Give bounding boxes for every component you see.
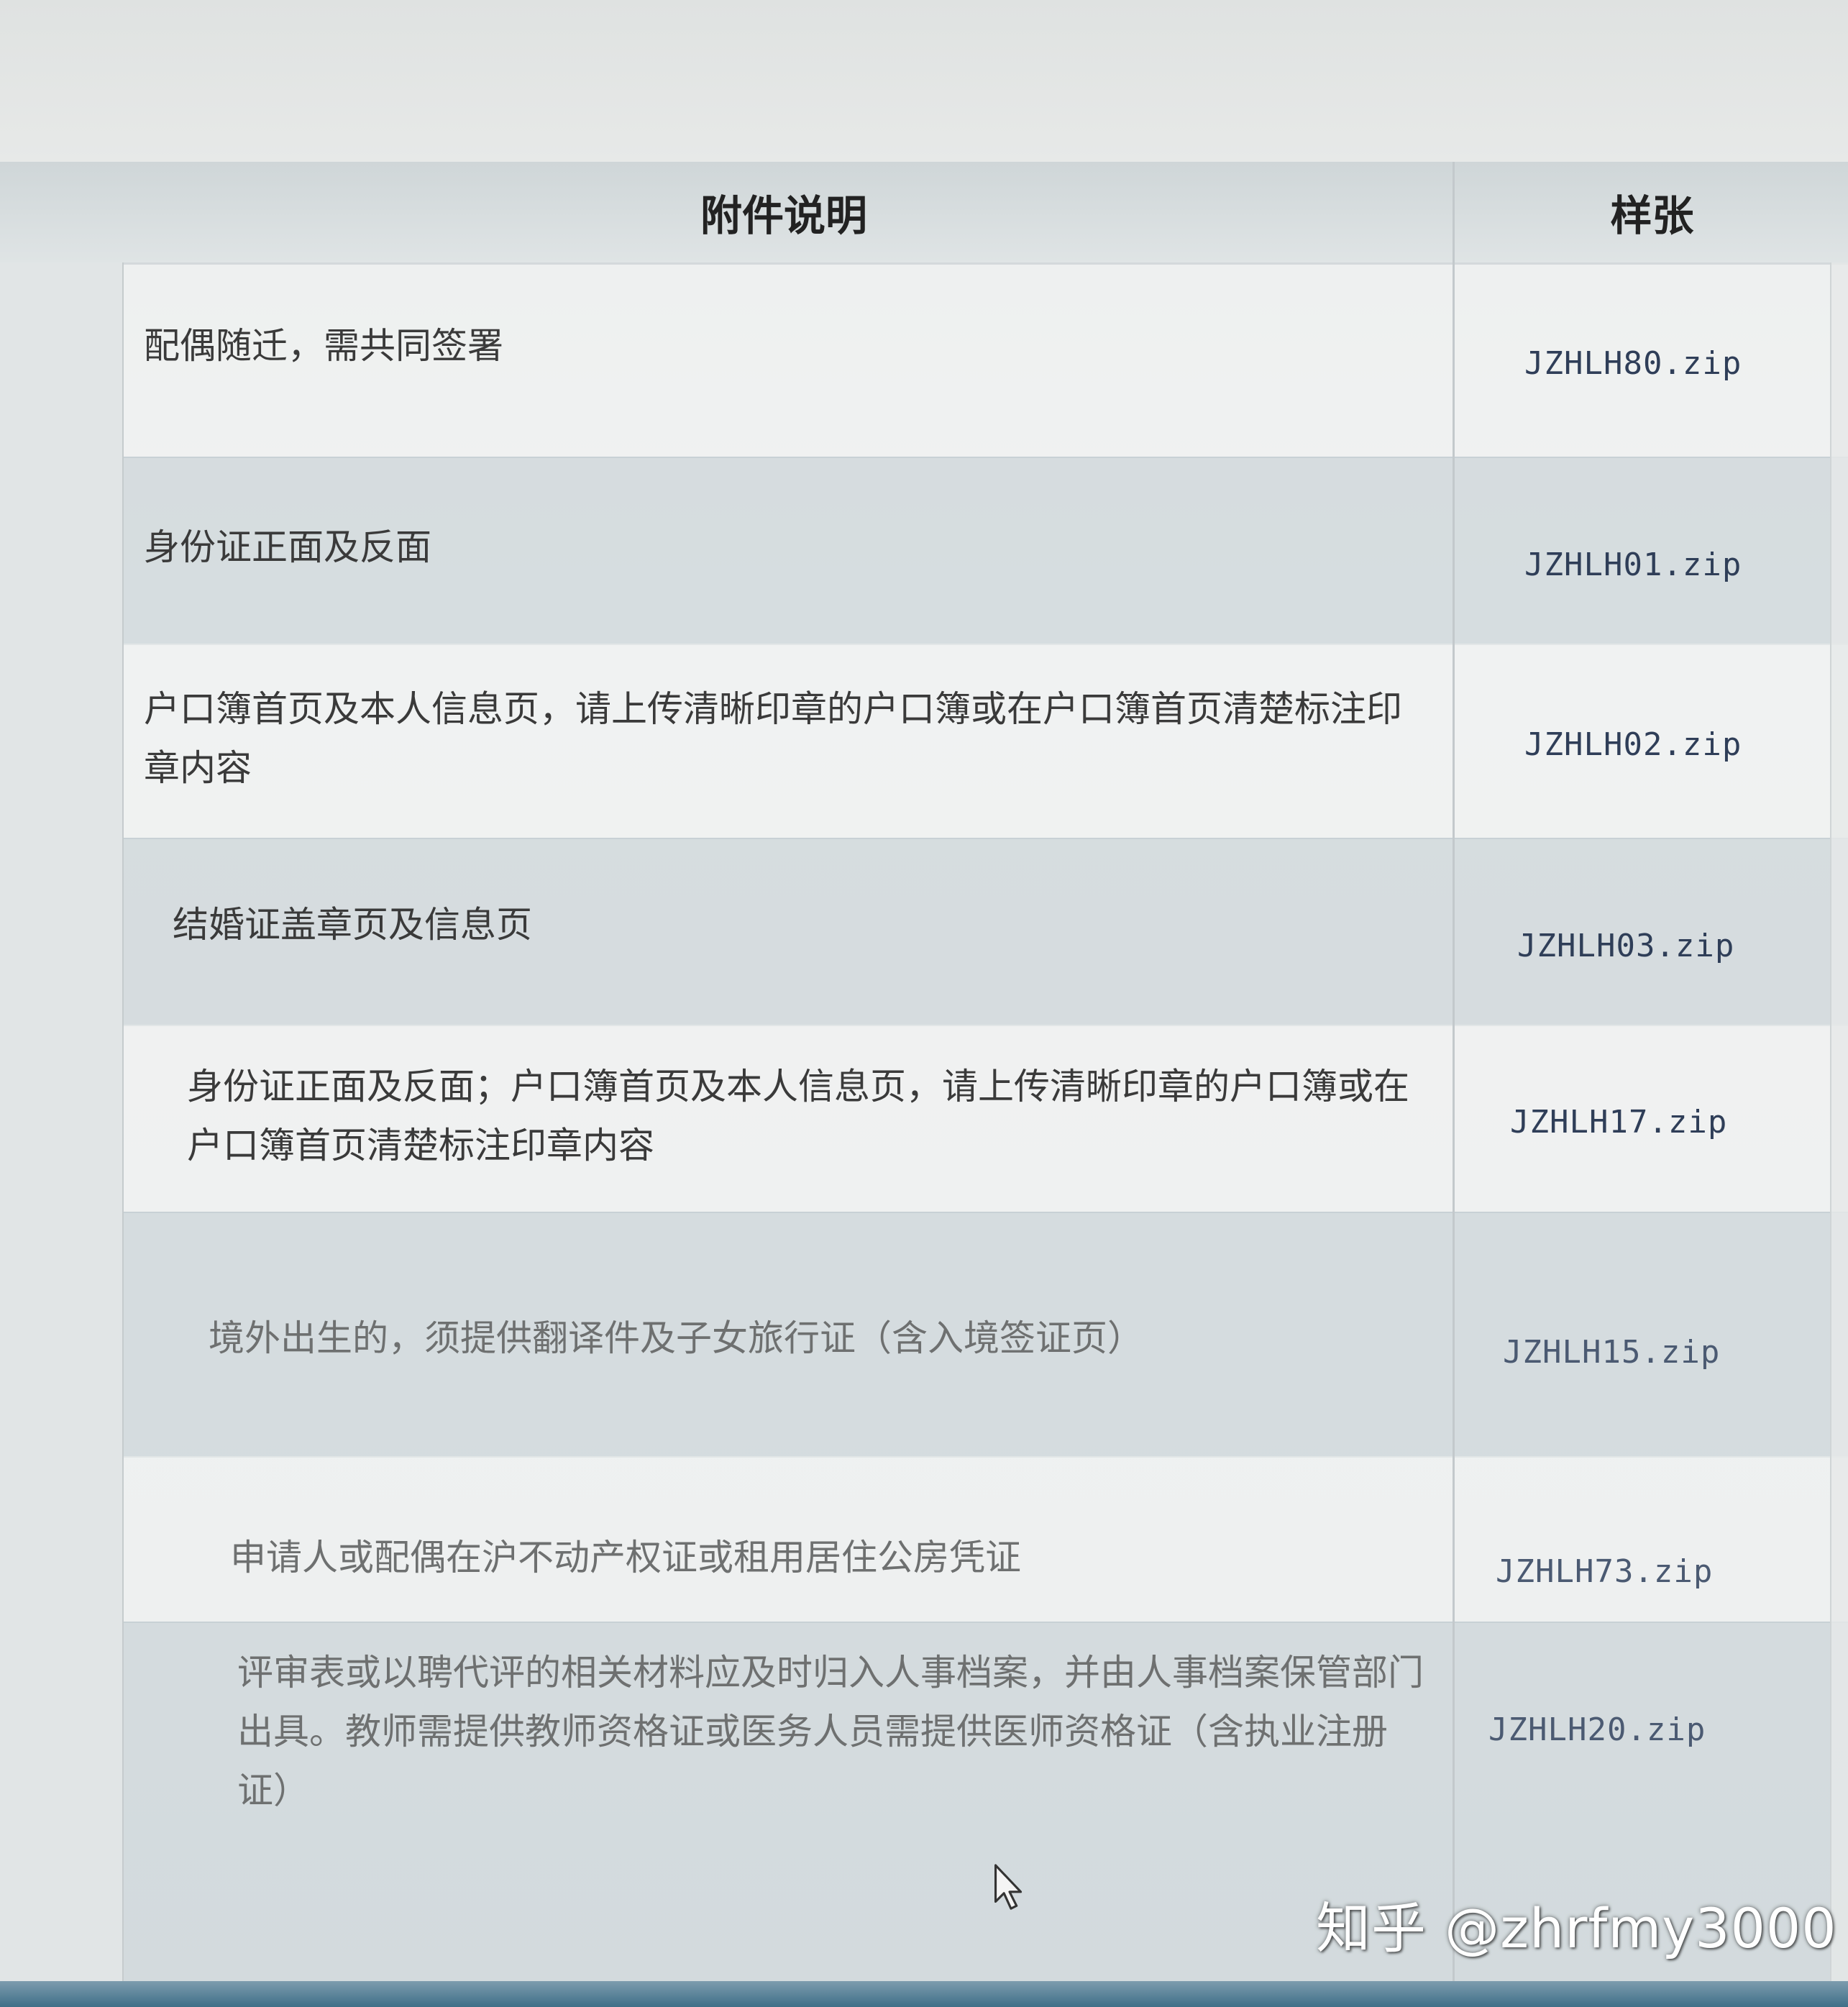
table-row: 身份证正面及反面 JZHLH01.zip: [0, 457, 1848, 645]
row-description: 配偶随迁，需共同签署: [144, 325, 503, 367]
watermark: 知乎 @zhrfmy3000: [1316, 1896, 1837, 1960]
row-description: 申请人或配偶在沪不动产权证或租用居住公房凭证: [230, 1537, 1021, 1578]
sample-link[interactable]: JZHLH03.zip: [1517, 928, 1834, 964]
screen: 附件说明 样张 配偶随迁，需共同签署 JZHLH80.zip 身份证正面及反面 …: [0, 0, 1848, 2007]
sample-link[interactable]: JZHLH80.zip: [1524, 345, 1841, 382]
top-band: [0, 0, 1848, 163]
table-row: 配偶随迁，需共同签署 JZHLH80.zip: [0, 262, 1848, 458]
table-row: 境外出生的，须提供翻译件及子女旅行证（含入境签证页） JZHLH15.zip: [0, 1212, 1848, 1458]
column-divider: [1453, 162, 1455, 1981]
row-description: 身份证正面及反面: [144, 526, 431, 568]
sample-link[interactable]: JZHLH01.zip: [1524, 547, 1841, 583]
table-row: 户口簿首页及本人信息页，请上传清晰印章的户口簿或在户口簿首页清楚标注印章内容 J…: [0, 644, 1848, 839]
row-description: 身份证正面及反面；户口簿首页及本人信息页，请上传清晰印章的户口簿或在户口簿首页清…: [187, 1066, 1409, 1166]
sample-link[interactable]: JZHLH02.zip: [1524, 726, 1841, 763]
header-description: 附件说明: [700, 191, 867, 240]
sample-link[interactable]: JZHLH20.zip: [1488, 1711, 1805, 1748]
bottom-bar: [0, 1981, 1848, 2007]
row-description: 结婚证盖章页及信息页: [173, 904, 532, 946]
table-header: 附件说明 样张: [0, 162, 1848, 265]
table-row: 申请人或配偶在沪不动产权证或租用居住公房凭证 JZHLH73.zip: [0, 1456, 1848, 1623]
sample-link[interactable]: JZHLH73.zip: [1496, 1553, 1812, 1590]
sample-link[interactable]: JZHLH15.zip: [1503, 1334, 1819, 1371]
sample-link[interactable]: JZHLH17.zip: [1510, 1104, 1826, 1140]
row-description: 评审表或以聘代评的相关材料应及时归入人事档案，并由人事档案保管部门出具。教师需提…: [237, 1652, 1424, 1811]
row-number-column: [0, 262, 124, 1981]
row-description: 户口簿首页及本人信息页，请上传清晰印章的户口簿或在户口簿首页清楚标注印章内容: [144, 688, 1402, 789]
header-sample: 样张: [1610, 191, 1694, 240]
mouse-pointer-icon: [994, 1864, 1023, 1910]
table-row: 结婚证盖章页及信息页 JZHLH03.zip: [0, 838, 1848, 1026]
row-description: 境外出生的，须提供翻译件及子女旅行证（含入境签证页）: [209, 1317, 1143, 1359]
right-edge-column: [1830, 262, 1848, 1981]
table-row: 身份证正面及反面；户口簿首页及本人信息页，请上传清晰印章的户口簿或在户口簿首页清…: [0, 1025, 1848, 1213]
